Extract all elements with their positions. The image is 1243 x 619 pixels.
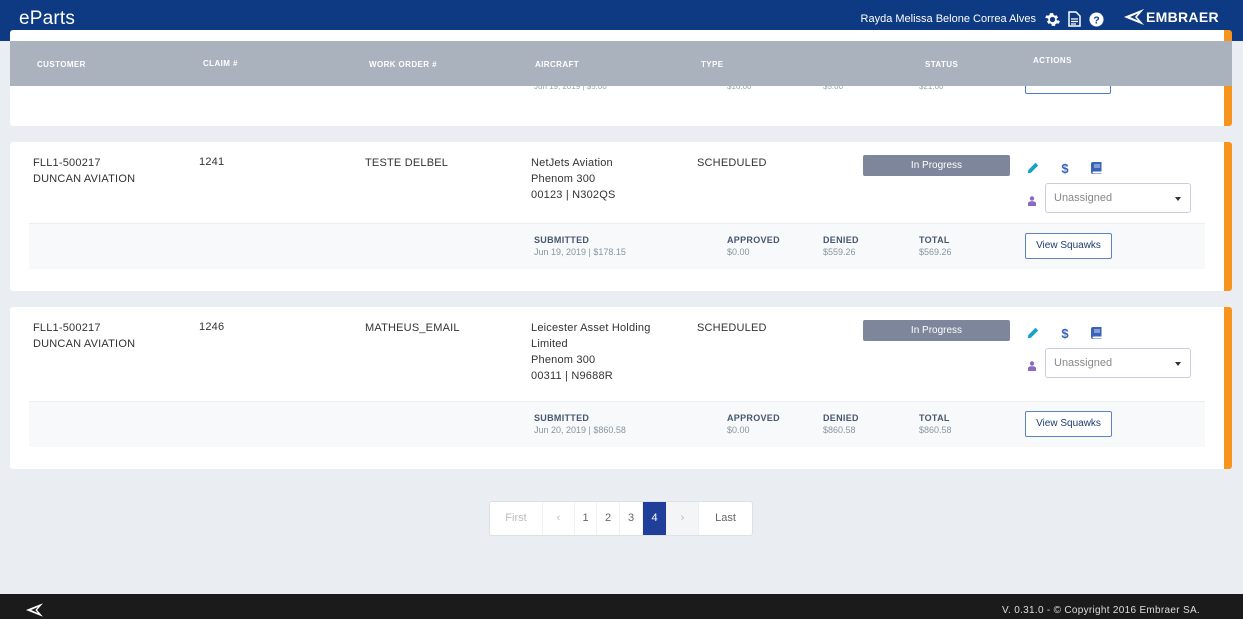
column-header: CUSTOMER CLAIM # WORK ORDER # AIRCRAFT T… [10,41,1232,86]
claim-number[interactable]: 1241 [199,154,224,170]
document-icon[interactable] [1066,10,1082,28]
submitted-label: SUBMITTED [534,413,590,423]
user-name[interactable]: Rayda Melissa Belone Correa Alves [861,13,1036,25]
view-squawks-button[interactable]: View Squawks [1025,233,1112,259]
page-first[interactable]: First [490,502,543,535]
customer-code: FLL1-500217 [33,157,101,169]
embraer-logo-icon [1124,9,1144,25]
total-label: TOTAL [919,235,950,245]
customer-code: FLL1-500217 [33,322,101,334]
customer-name: DUNCAN AVIATION [33,173,136,185]
total-label: TOTAL [919,413,950,423]
claim-type: SCHEDULED [697,157,767,169]
chevron-down-icon [1175,197,1181,201]
user-icon [1028,358,1036,371]
claim-number[interactable]: 1246 [199,319,224,335]
dollar-icon[interactable]: $ [1057,160,1073,176]
col-actions: ACTIONS [1033,56,1072,65]
claim-card: FLL1-500217 DUNCAN AVIATION 1246 MATHEUS… [10,307,1232,469]
assignee-value: Unassigned [1054,357,1113,369]
submitted-value: Jun 20, 2019 | $860.58 [534,425,626,435]
aircraft-operator: Leicester Asset Holding [531,322,651,334]
customer-name: DUNCAN AVIATION [33,338,136,350]
assignee-select[interactable]: Unassigned [1045,183,1191,213]
book-icon[interactable] [1088,325,1104,341]
approved-label: APPROVED [727,235,780,245]
claim-summary: SUBMITTED Jun 19, 2019 | $178.15 APPROVE… [29,223,1205,269]
embraer-footer-logo-icon [26,603,43,619]
pencil-icon[interactable] [1025,325,1041,341]
page-last[interactable]: Last [699,502,752,535]
col-work-order[interactable]: WORK ORDER # [369,60,437,69]
version-copyright: V. 0.31.0 - © Copyright 2016 Embraer SA. [1002,605,1200,616]
svg-text:?: ? [1093,15,1099,26]
aircraft-serial: 00311 | N9688R [531,370,613,382]
page-3[interactable]: 3 [620,502,643,535]
total-value: $860.58 [919,425,952,435]
work-order: TESTE DELBEL [365,157,449,169]
user-icon [1028,193,1036,206]
page-2[interactable]: 2 [597,502,620,535]
claim-summary: SUBMITTED Jun 20, 2019 | $860.58 APPROVE… [29,401,1205,447]
embraer-logo[interactable]: EMBRAER [1124,9,1219,25]
approved-value: $0.00 [727,425,750,435]
status-badge: In Progress [863,320,1010,341]
col-status[interactable]: STATUS [925,60,958,69]
gear-icon[interactable] [1044,10,1060,28]
assignee-value: Unassigned [1054,192,1113,204]
assignee-select[interactable]: Unassigned [1045,348,1191,378]
top-icons: ? [1044,10,1104,28]
col-customer[interactable]: CUSTOMER [37,60,86,69]
app-brand[interactable]: eParts [19,8,75,30]
svg-text:$: $ [1061,326,1069,340]
work-order: MATHEUS_EMAIL [365,322,460,334]
dollar-icon[interactable]: $ [1057,325,1073,341]
pagination: First ‹ 1 2 3 4 › Last [489,501,753,536]
approved-value: $0.00 [727,247,750,257]
view-squawks-button[interactable]: View Squawks [1025,411,1112,437]
page-prev[interactable]: ‹ [543,502,575,535]
svg-text:$: $ [1061,161,1069,175]
submitted-label: SUBMITTED [534,235,590,245]
aircraft-operator-cont: Limited [531,338,568,350]
aircraft-model: Phenom 300 [531,173,596,185]
denied-value: $559.26 [823,247,856,257]
page-4-current[interactable]: 4 [643,502,667,535]
col-aircraft[interactable]: AIRCRAFT [535,60,579,69]
footer: V. 0.31.0 - © Copyright 2016 Embraer SA. [0,594,1243,619]
claim-card: FLL1-500217 DUNCAN AVIATION 1241 TESTE D… [10,142,1232,291]
status-badge: In Progress [863,155,1010,176]
aircraft-operator: NetJets Aviation [531,157,613,169]
denied-value: $860.58 [823,425,856,435]
denied-label: DENIED [823,235,859,245]
aircraft-serial: 00123 | N302QS [531,189,616,201]
help-icon[interactable]: ? [1088,10,1104,28]
page-1[interactable]: 1 [575,502,597,535]
page-next[interactable]: › [667,502,699,535]
col-type[interactable]: TYPE [701,60,724,69]
col-claim[interactable]: CLAIM # [203,59,238,68]
aircraft-model: Phenom 300 [531,354,596,366]
submitted-value: Jun 19, 2019 | $178.15 [534,247,626,257]
book-icon[interactable] [1088,160,1104,176]
total-value: $569.26 [919,247,952,257]
logo-text: EMBRAER [1146,9,1219,25]
pencil-icon[interactable] [1025,160,1041,176]
approved-label: APPROVED [727,413,780,423]
chevron-down-icon [1175,362,1181,366]
claim-type: SCHEDULED [697,322,767,334]
denied-label: DENIED [823,413,859,423]
